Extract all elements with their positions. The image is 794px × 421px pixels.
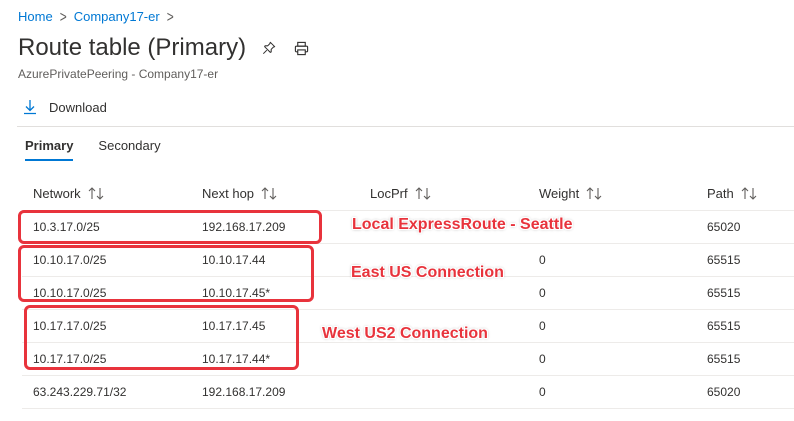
column-header-label: Path (707, 185, 734, 201)
cell-path: 65515 (707, 319, 741, 333)
west-us2-highlight-box (24, 305, 299, 370)
table-header: Network Next hop LocPrf Weight Path (22, 176, 794, 211)
column-header-label: Weight (539, 185, 580, 201)
download-label: Download (49, 99, 107, 115)
column-header-label: Next hop (202, 185, 255, 201)
cell-weight: 0 (539, 385, 546, 399)
cell-network: 63.243.229.71/32 (33, 385, 127, 399)
cell-weight: 0 (539, 253, 546, 267)
annotation-seattle: Local ExpressRoute - Seattle (352, 216, 573, 233)
table-row[interactable]: 63.243.229.71/32 192.168.17.209 0 65020 (22, 376, 794, 409)
sort-icon (415, 186, 430, 200)
page-subtitle: AzurePrivatePeering - Company17-er (18, 67, 219, 81)
sort-icon (88, 186, 104, 200)
column-header-path[interactable]: Path (707, 176, 758, 210)
cell-path: 65020 (707, 385, 741, 399)
breadcrumb: Home > Company17-er > (18, 7, 181, 26)
cell-path: 65515 (707, 352, 741, 366)
annotation-west-us2: West US2 Connection (322, 325, 488, 342)
sort-icon (586, 186, 602, 200)
download-button[interactable]: Download (22, 99, 107, 115)
column-header-locprf[interactable]: LocPrf (370, 176, 432, 210)
cell-next-hop: 192.168.17.209 (202, 385, 286, 399)
column-header-weight[interactable]: Weight (539, 176, 603, 210)
toolbar-divider (17, 126, 794, 127)
breadcrumb-separator: > (166, 7, 174, 26)
breadcrumb-home-link[interactable]: Home (18, 9, 53, 24)
cell-path: 65515 (707, 286, 741, 300)
page-title: Route table (Primary) (18, 34, 247, 61)
sort-icon (741, 186, 757, 200)
east-us-highlight-box (18, 245, 314, 302)
seattle-highlight-box (18, 210, 322, 244)
column-header-network[interactable]: Network (33, 176, 105, 210)
cell-weight: 0 (539, 352, 546, 366)
tab-primary[interactable]: Primary (25, 138, 74, 161)
tab-list: Primary Secondary (25, 138, 186, 161)
tab-secondary[interactable]: Secondary (98, 138, 160, 161)
cell-weight: 0 (539, 319, 546, 333)
column-header-label: Network (33, 185, 81, 201)
print-icon[interactable] (292, 39, 310, 57)
sort-icon (261, 186, 277, 200)
column-header-label: LocPrf (370, 185, 408, 201)
cell-weight: 0 (539, 286, 546, 300)
pin-icon[interactable] (260, 39, 278, 57)
title-row: Route table (Primary) (18, 34, 310, 62)
cell-path: 65020 (707, 220, 741, 234)
breadcrumb-company-link[interactable]: Company17-er (74, 9, 160, 24)
breadcrumb-separator: > (59, 7, 67, 26)
download-icon (24, 100, 36, 115)
annotation-east-us: East US Connection (351, 264, 504, 281)
cell-path: 65515 (707, 253, 741, 267)
column-header-next-hop[interactable]: Next hop (202, 176, 278, 210)
